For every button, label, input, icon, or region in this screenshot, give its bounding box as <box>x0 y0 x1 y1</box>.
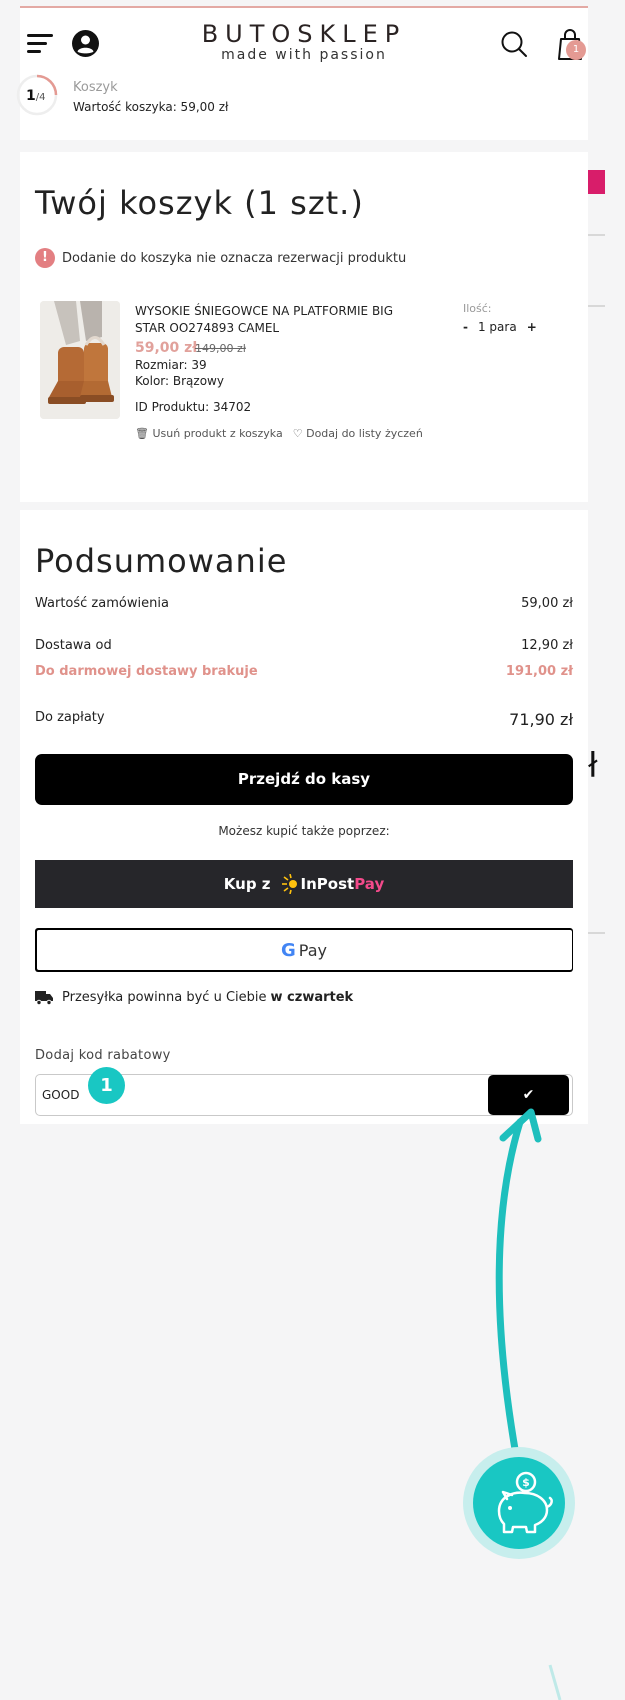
product-actions: 🗑 Usuń produkt z koszyka ♡ Dodaj do list… <box>135 427 423 440</box>
summary-card: Podsumowanie Wartość zamówienia 59,00 zł … <box>20 510 588 1124</box>
summary-row-shipping: Dostawa od 12,90 zł <box>35 638 573 653</box>
breadcrumb: Koszyk <box>73 80 118 95</box>
quantity-label: Ilość: <box>463 302 492 315</box>
side-accent-block <box>588 170 605 194</box>
summary-row-order-value: Wartość zamówienia 59,00 zł <box>35 596 573 611</box>
product-price: 59,00 zł <box>135 340 198 356</box>
brand-tagline: made with passion <box>221 47 387 63</box>
apply-coupon-button[interactable]: ✔ <box>488 1075 569 1115</box>
alt-payment-text: Możesz kupić także poprzez: <box>218 824 390 838</box>
check-icon: ✔ <box>522 1087 535 1103</box>
product-color: Kolor: Brązowy <box>135 374 224 388</box>
cart-value: Wartość koszyka: 59,00 zł <box>73 100 229 114</box>
cart-title: Twój koszyk (1 szt.) <box>35 184 364 222</box>
google-pay-button[interactable]: G Pay <box>35 928 573 972</box>
notice-text: Dodanie do koszyka nie oznacza rezerwacj… <box>62 250 407 266</box>
wishlist-link[interactable]: ♡ Dodaj do listy życzeń <box>293 427 423 440</box>
brand-name: BUTOSKLEP <box>201 20 407 48</box>
step-marker: 1 <box>88 1067 125 1104</box>
piggy-bank-icon[interactable]: $ <box>463 1447 575 1559</box>
page: BUTOSKLEP made with passion 1 1/4 Koszyk… <box>16 6 588 1124</box>
product-name[interactable]: WYSOKIE ŚNIEGOWCE NA PLATFORMIE BIG STAR… <box>135 303 425 337</box>
checkout-step: 1/4 <box>26 88 46 104</box>
inpost-pay-button[interactable]: Kup z InPost Pay <box>35 860 573 908</box>
product-image[interactable] <box>40 301 120 419</box>
google-g-icon: G <box>281 939 296 961</box>
summary-row-total: Do zapłaty 71,90 zł <box>35 710 573 729</box>
menu-icon[interactable] <box>27 34 53 54</box>
quantity-increase-button[interactable]: + <box>527 320 537 334</box>
product-id: ID Produktu: 34702 <box>135 400 252 414</box>
svg-text:$: $ <box>522 1476 530 1489</box>
alert-icon: ! <box>35 248 55 268</box>
cart-card: Twój koszyk (1 szt.) ! Dodanie do koszyk… <box>20 152 588 502</box>
header: BUTOSKLEP made with passion 1 1/4 Koszyk… <box>16 8 588 140</box>
quantity-decrease-button[interactable]: - <box>463 320 468 334</box>
reservation-notice: ! Dodanie do koszyka nie oznacza rezerwa… <box>35 248 406 268</box>
cart-count-badge: 1 <box>566 40 586 60</box>
quantity-stepper: - 1 para + <box>463 320 537 334</box>
product-old-price: 149,00 zł <box>195 342 246 355</box>
brand-logo[interactable]: BUTOSKLEP made with passion <box>184 20 424 63</box>
side-glyph: ł <box>588 746 598 786</box>
product-size: Rozmiar: 39 <box>135 358 207 372</box>
summary-row-free-shipping-gap: Do darmowej dostawy brakuje 191,00 zł <box>35 664 573 679</box>
truck-icon <box>35 991 53 1005</box>
search-icon[interactable] <box>500 30 528 58</box>
side-divider <box>588 932 605 934</box>
inpost-sun-icon <box>281 874 297 894</box>
summary-title: Podsumowanie <box>35 542 288 580</box>
side-divider <box>588 305 605 307</box>
delivery-estimate: Przesyłka powinna być u Ciebie w czwartek <box>35 990 353 1005</box>
quantity-value: 1 para <box>477 320 517 334</box>
side-divider <box>588 234 605 236</box>
remove-product-link[interactable]: 🗑 Usuń produkt z koszyka <box>135 427 283 440</box>
coupon-label: Dodaj kod rabatowy <box>35 1048 171 1063</box>
checkout-button[interactable]: Przejdź do kasy <box>35 754 573 805</box>
user-icon[interactable] <box>72 30 99 57</box>
